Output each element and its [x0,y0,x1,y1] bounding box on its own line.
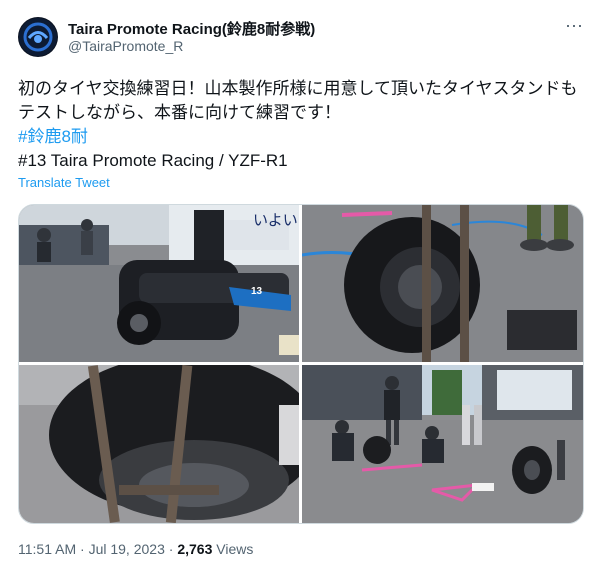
photo-tire-stand[interactable] [302,205,583,362]
views-label: Views [212,541,254,557]
views-count: 2,763 [177,541,213,557]
tweet-line-1: 初のタイヤ交換練習日！山本製作所様に用意して頂いたタイヤスタンドも [18,79,578,98]
tweet-date[interactable]: Jul 19, 2023 [89,541,165,557]
translate-tweet-link[interactable]: Translate Tweet [18,175,110,190]
photo-motorcycle[interactable]: いよい 13 [19,205,299,362]
photo-pit-area[interactable] [302,365,583,523]
tweet-time[interactable]: 11:51 AM [18,541,76,557]
tweet-text: 初のタイヤ交換練習日！山本製作所様に用意して頂いたタイヤスタンドも テストしなが… [18,77,584,173]
photo1-race-number: 13 [251,286,263,297]
tweet-line-4: #13 Taira Promote Racing / YZF-R1 [18,151,288,170]
more-options-icon[interactable]: ⋯ [564,16,584,36]
tweet-line-2: テストしながら、本番に向けて練習です！ [18,103,341,122]
tweet-metadata: 11:51 AM · Jul 19, 2023 · 2,763 Views [18,541,253,557]
author-name[interactable]: Taira Promote Racing(鈴鹿8耐参戦) [68,18,315,39]
media-grid: いよい 13 [18,204,584,524]
hashtag-link[interactable]: #鈴鹿8耐 [18,125,584,149]
avatar[interactable] [18,17,58,57]
photo-tire-closeup[interactable] [19,365,299,523]
photo1-sign-text: いよい [253,211,298,229]
author-handle[interactable]: @TairaPromote_R [68,38,183,54]
meta-separator: · [76,541,89,557]
meta-separator: · [164,541,178,557]
